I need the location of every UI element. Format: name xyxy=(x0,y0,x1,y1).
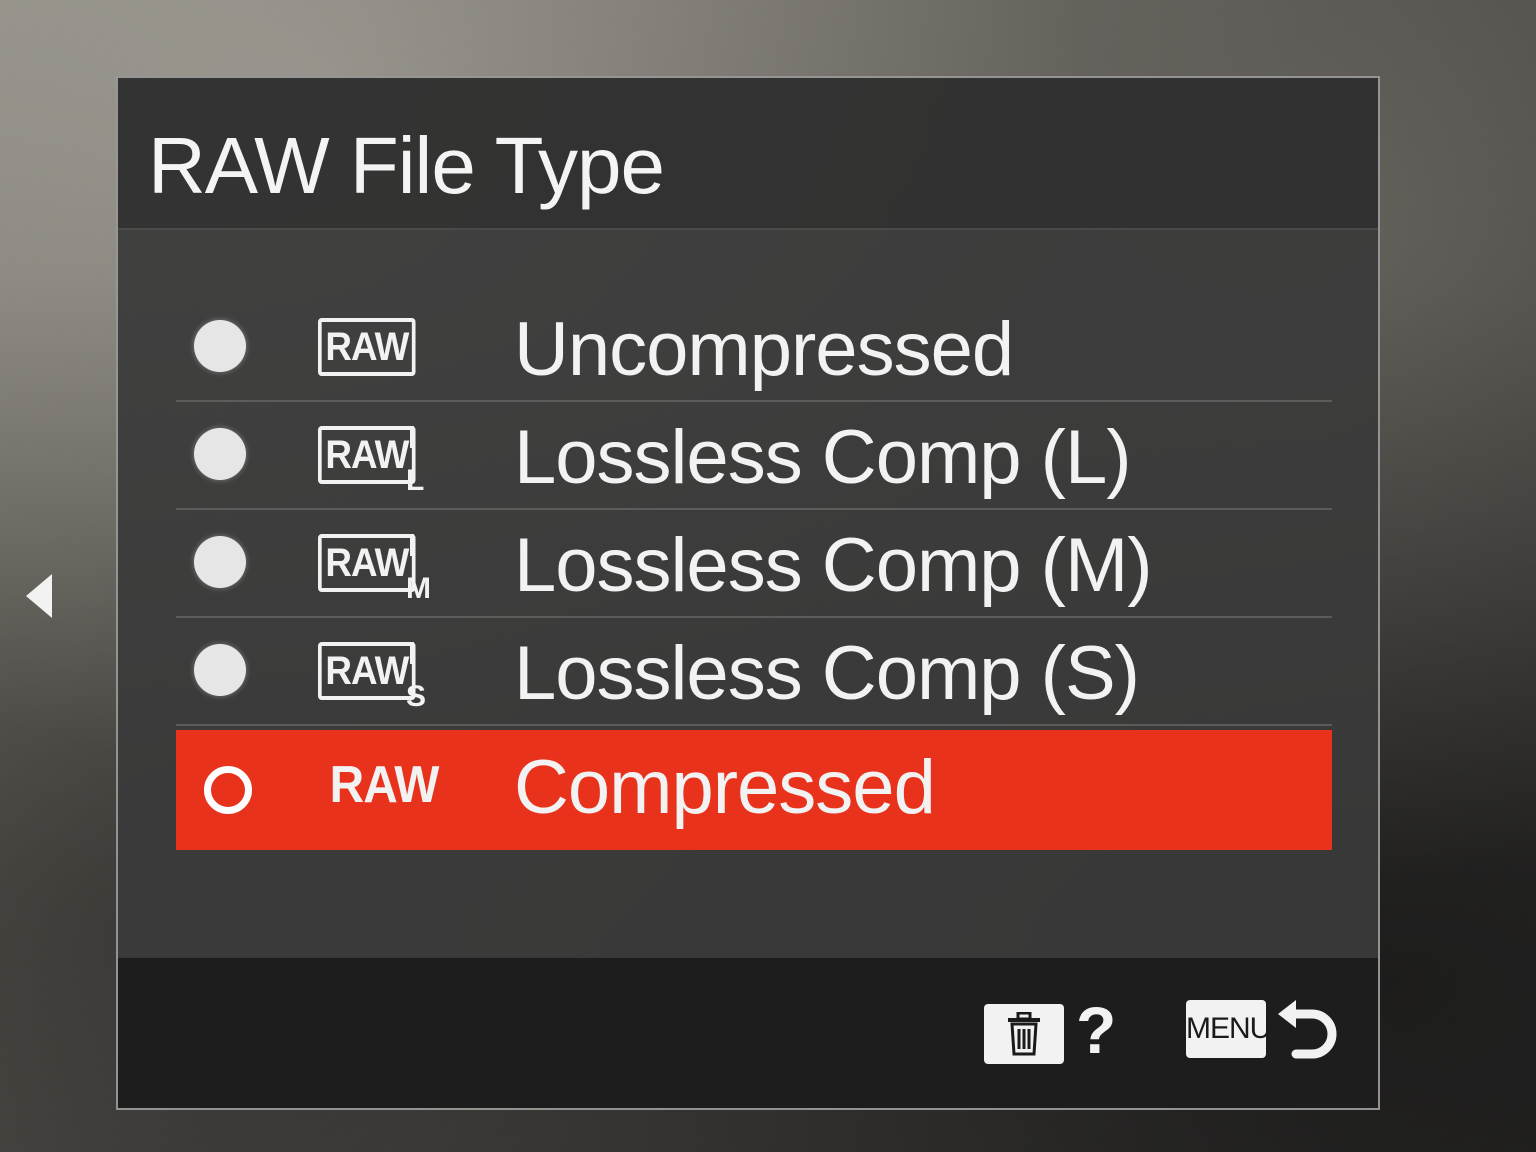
badge-size-letter: M xyxy=(406,534,431,605)
left-arrow-icon[interactable] xyxy=(26,574,52,618)
return-icon[interactable] xyxy=(1276,996,1340,1066)
badge-size-letter: L xyxy=(406,426,425,497)
footer-bar: ? MENU xyxy=(118,956,1378,1108)
option-label: Compressed xyxy=(514,745,936,830)
radio-icon xyxy=(194,644,246,696)
option-lossless-m[interactable]: RAW M Lossless Comp (M) xyxy=(176,510,1332,618)
title-bar: RAW File Type xyxy=(118,78,1378,230)
option-uncompressed[interactable]: RAW Uncompressed xyxy=(176,294,1332,402)
radio-icon xyxy=(194,428,246,480)
option-list: RAW Uncompressed RAW L Lossless Comp (L)… xyxy=(176,294,1332,850)
trash-button[interactable] xyxy=(984,1004,1064,1064)
raw-l-badge-icon: RAW xyxy=(318,426,416,484)
raw-file-type-dialog: RAW File Type RAW Uncompressed RAW L Los… xyxy=(116,76,1380,1110)
option-label: Lossless Comp (S) xyxy=(514,631,1140,716)
option-label: Uncompressed xyxy=(514,307,1014,392)
option-label: Lossless Comp (L) xyxy=(514,415,1132,500)
badge-size-letter: S xyxy=(406,642,427,713)
radio-selected-icon xyxy=(204,766,252,814)
option-lossless-l[interactable]: RAW L Lossless Comp (L) xyxy=(176,402,1332,510)
raw-badge-icon: RAW xyxy=(318,318,416,376)
help-icon[interactable]: ? xyxy=(1076,992,1116,1068)
raw-compressed-badge-icon: RAW xyxy=(329,756,440,814)
radio-icon xyxy=(194,320,246,372)
radio-icon xyxy=(194,536,246,588)
option-lossless-s[interactable]: RAW S Lossless Comp (S) xyxy=(176,618,1332,726)
option-label: Lossless Comp (M) xyxy=(514,523,1153,608)
menu-button[interactable]: MENU xyxy=(1186,1000,1271,1058)
dialog-title: RAW File Type xyxy=(148,121,665,210)
raw-m-badge-icon: RAW xyxy=(318,534,416,592)
trash-icon xyxy=(1008,1012,1040,1056)
option-compressed[interactable]: RAW Compressed xyxy=(176,730,1332,850)
raw-s-badge-icon: RAW xyxy=(318,642,416,700)
